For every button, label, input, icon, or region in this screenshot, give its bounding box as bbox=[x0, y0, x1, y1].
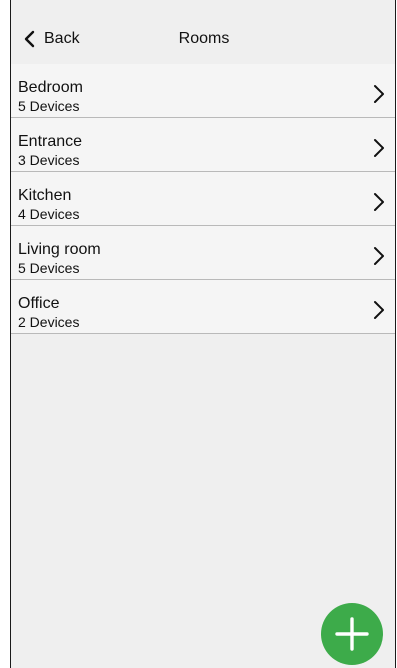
room-item-entrance[interactable]: Entrance 3 Devices bbox=[11, 118, 395, 172]
chevron-right-icon bbox=[373, 246, 385, 266]
room-item-kitchen[interactable]: Kitchen 4 Devices bbox=[11, 172, 395, 226]
room-name: Bedroom bbox=[18, 79, 83, 96]
chevron-right-icon bbox=[373, 84, 385, 104]
room-name: Entrance bbox=[18, 133, 83, 150]
header: Back Rooms bbox=[11, 0, 395, 64]
room-device-count: 3 Devices bbox=[18, 152, 80, 168]
chevron-right-icon bbox=[373, 192, 385, 212]
room-device-count: 5 Devices bbox=[18, 98, 80, 114]
room-item-bedroom[interactable]: Bedroom 5 Devices bbox=[11, 64, 395, 118]
room-item-living-room[interactable]: Living room 5 Devices bbox=[11, 226, 395, 280]
room-device-count: 4 Devices bbox=[18, 206, 80, 222]
app-frame: Back Rooms Bedroom 5 Devices Entrance 3 … bbox=[10, 0, 396, 668]
plus-icon bbox=[334, 616, 370, 652]
room-item-office[interactable]: Office 2 Devices bbox=[11, 280, 395, 334]
room-device-count: 2 Devices bbox=[18, 314, 80, 330]
back-button[interactable]: Back bbox=[23, 27, 80, 51]
room-device-count: 5 Devices bbox=[18, 260, 80, 276]
room-name: Living room bbox=[18, 241, 101, 258]
back-label: Back bbox=[44, 30, 80, 47]
room-list: Bedroom 5 Devices Entrance 3 Devices Kit… bbox=[11, 64, 395, 334]
room-name: Kitchen bbox=[18, 187, 72, 204]
room-name: Office bbox=[18, 295, 60, 312]
chevron-right-icon bbox=[373, 300, 385, 320]
chevron-left-icon bbox=[23, 30, 37, 48]
add-room-button[interactable] bbox=[321, 603, 383, 665]
chevron-right-icon bbox=[373, 138, 385, 158]
